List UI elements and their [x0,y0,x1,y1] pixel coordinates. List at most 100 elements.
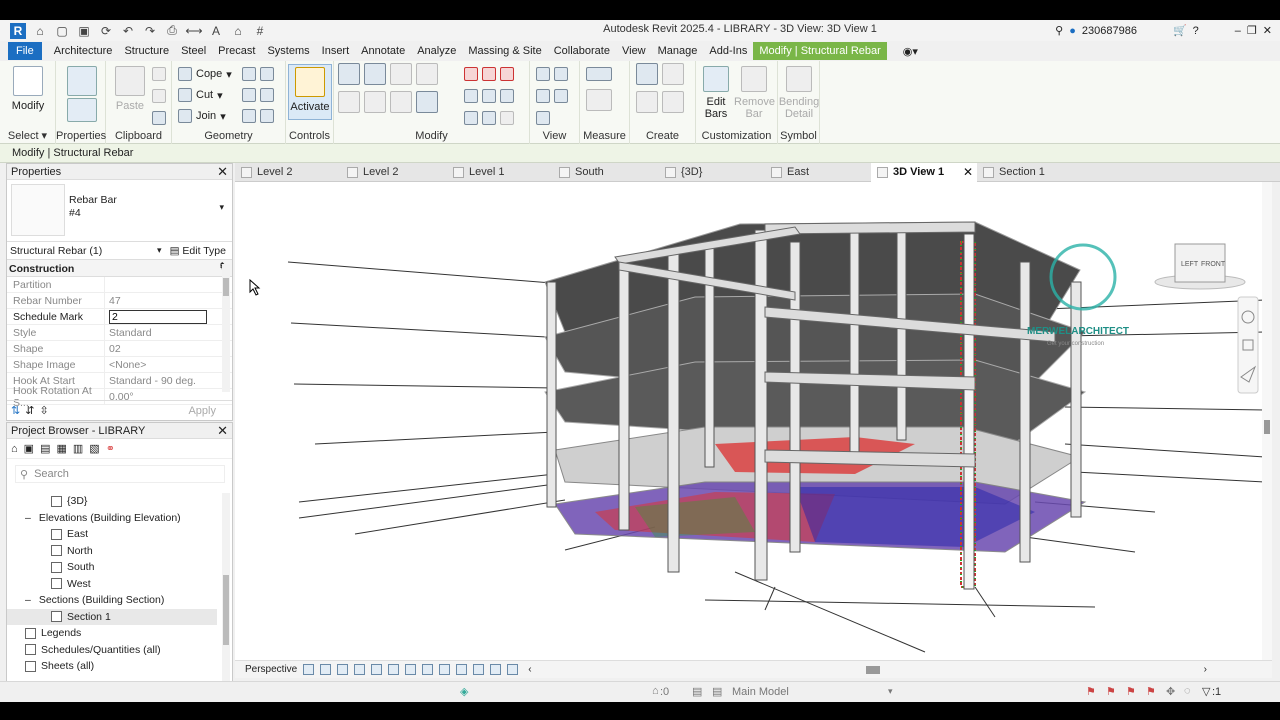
links-icon[interactable]: ⚭ [106,442,115,455]
text-icon[interactable]: A [208,23,224,39]
grid-icon[interactable]: # [252,23,268,39]
split-button[interactable] [464,65,514,83]
cart-icon[interactable]: 🛒 [1173,24,1187,37]
browser-scrollbar[interactable] [222,493,230,693]
open-icon[interactable]: ▢ [54,23,70,39]
edit-type-button[interactable]: ▤ Edit Type [170,245,226,257]
select-underlay-icon[interactable]: ⚑ [1106,685,1116,698]
tab-steel[interactable]: Steel [175,42,212,60]
move-button[interactable] [338,91,438,113]
crop-view-icon[interactable] [388,664,400,675]
schedules-icon[interactable]: ▦ [56,442,66,455]
main-model-dropdown[interactable]: Main Model [732,686,789,698]
help-icon[interactable]: ? [1193,25,1199,37]
filter-icon[interactable]: ▽ [1202,685,1210,698]
tree-group-elevations[interactable]: – Elevations (Building Elevation) [7,510,217,527]
analytical-model-icon[interactable] [473,664,485,675]
type-properties-button[interactable] [60,64,104,124]
tab-manage[interactable]: Manage [652,42,704,60]
close-button[interactable]: ✕ [1263,24,1272,37]
select-dropdown[interactable]: Select ▾ [0,129,55,142]
measure-button[interactable] [586,65,612,83]
close-icon[interactable]: ✕ [217,423,228,439]
collapse-icon[interactable]: – [25,512,31,524]
tab-view[interactable]: View [616,42,652,60]
drag-elements-icon[interactable]: ✥ [1166,685,1175,698]
minimize-button[interactable]: – [1235,25,1241,37]
bending-detail-button[interactable]: Bending Detail [778,64,820,124]
sun-path-icon[interactable] [337,664,349,675]
dimension-button[interactable] [586,89,612,111]
tab-level-2-a[interactable]: Level 2 [235,163,341,182]
cope-button[interactable]: Cope ▾ [178,65,232,83]
families-icon[interactable]: ▥ [73,442,83,455]
revit-logo-icon[interactable]: R [10,22,26,39]
paint-button[interactable] [242,86,274,104]
browser-search[interactable]: ⚲ Search [15,465,225,483]
home-icon[interactable]: ⌂ [32,23,48,39]
tab-3d[interactable]: {3D} [659,163,765,182]
collapse-icon[interactable]: – [25,594,31,606]
schedule-mark-field[interactable] [109,309,207,324]
tab-level-2-b[interactable]: Level 2 [341,163,447,182]
tree-item-sheets[interactable]: Sheets (all) [7,658,217,675]
perspective-label[interactable]: Perspective [245,664,297,675]
join-button[interactable]: Join ▾ [178,107,226,125]
tree-item-west[interactable]: West [7,576,217,593]
view-cube[interactable]: LEFT FRONT [1154,243,1246,290]
beam-join-button[interactable] [242,107,274,125]
render-icon[interactable] [371,664,383,675]
chevron-down-icon[interactable]: ▾ [157,245,162,256]
worksharing-icon[interactable]: ◈ [460,685,468,698]
match-properties-button[interactable] [152,109,166,127]
shadows-icon[interactable] [354,664,366,675]
3d-view-icon[interactable]: ⌂ [230,23,246,39]
sync-icon[interactable]: ⟳ [98,23,114,39]
tree-item-schedules[interactable]: Schedules/Quantities (all) [7,642,217,659]
copy-clipboard-button[interactable] [152,87,166,105]
cut-clipboard-button[interactable] [152,65,166,83]
scroll-right-icon[interactable]: › [1204,664,1207,675]
view-vertical-scrollbar[interactable] [1262,182,1272,660]
design-option-icon[interactable]: ▤ [712,685,722,698]
instance-filter-dropdown[interactable]: Structural Rebar (1) [10,245,102,257]
tab-add-ins[interactable]: Add-Ins [703,42,753,60]
align-button[interactable] [338,63,438,85]
tab-analyze[interactable]: Analyze [411,42,462,60]
select-pinned-icon[interactable]: ⚑ [1126,685,1136,698]
tree-item-legends[interactable]: Legends [7,625,217,642]
visual-style-icon[interactable] [320,664,332,675]
highlight-displacement-icon[interactable] [490,664,502,675]
filter-view-button[interactable] [536,109,550,127]
close-icon[interactable]: ✕ [963,165,973,179]
worksets-icon[interactable]: ▤ [692,685,702,698]
sheets-icon[interactable]: ▤ [40,442,50,455]
design-options-icon[interactable]: ⌂ [652,685,659,697]
select-by-face-icon[interactable]: ⚑ [1146,685,1156,698]
sort-asc-icon[interactable]: ⇵ [25,404,34,417]
cut-button[interactable]: Cut ▾ [178,86,223,104]
undo-icon[interactable]: ↶ [120,23,136,39]
chevron-down-icon[interactable]: ▾ [888,686,893,697]
search-help-icon[interactable]: ⚲ [1055,24,1063,37]
modify-button[interactable]: Modify [6,64,50,124]
views-icon[interactable]: ▣ [24,442,34,455]
activate-button[interactable]: Activate [288,64,332,120]
lock-3d-icon[interactable] [422,664,434,675]
ribbon-options-icon[interactable]: ◉▾ [897,42,924,61]
tab-annotate[interactable]: Annotate [355,42,411,60]
tab-section-1[interactable]: Section 1 [977,163,1083,182]
view-horizontal-scrollbar[interactable] [538,665,1198,674]
array-button[interactable] [464,87,514,105]
tab-east[interactable]: East [765,163,871,182]
type-selector[interactable]: Rebar Bar #4 ▾ [7,180,232,242]
tab-precast[interactable]: Precast [212,42,261,60]
detail-level-icon[interactable] [303,664,315,675]
home-icon[interactable]: ⌂ [11,443,18,455]
groups-icon[interactable]: ▧ [89,442,99,455]
edit-bars-button[interactable]: Edit Bars [698,64,734,124]
wall-joins-button[interactable] [242,65,274,83]
show-crop-icon[interactable] [405,664,417,675]
navigation-bar[interactable] [1237,296,1259,394]
tree-group-sections[interactable]: – Sections (Building Section) [7,592,217,609]
